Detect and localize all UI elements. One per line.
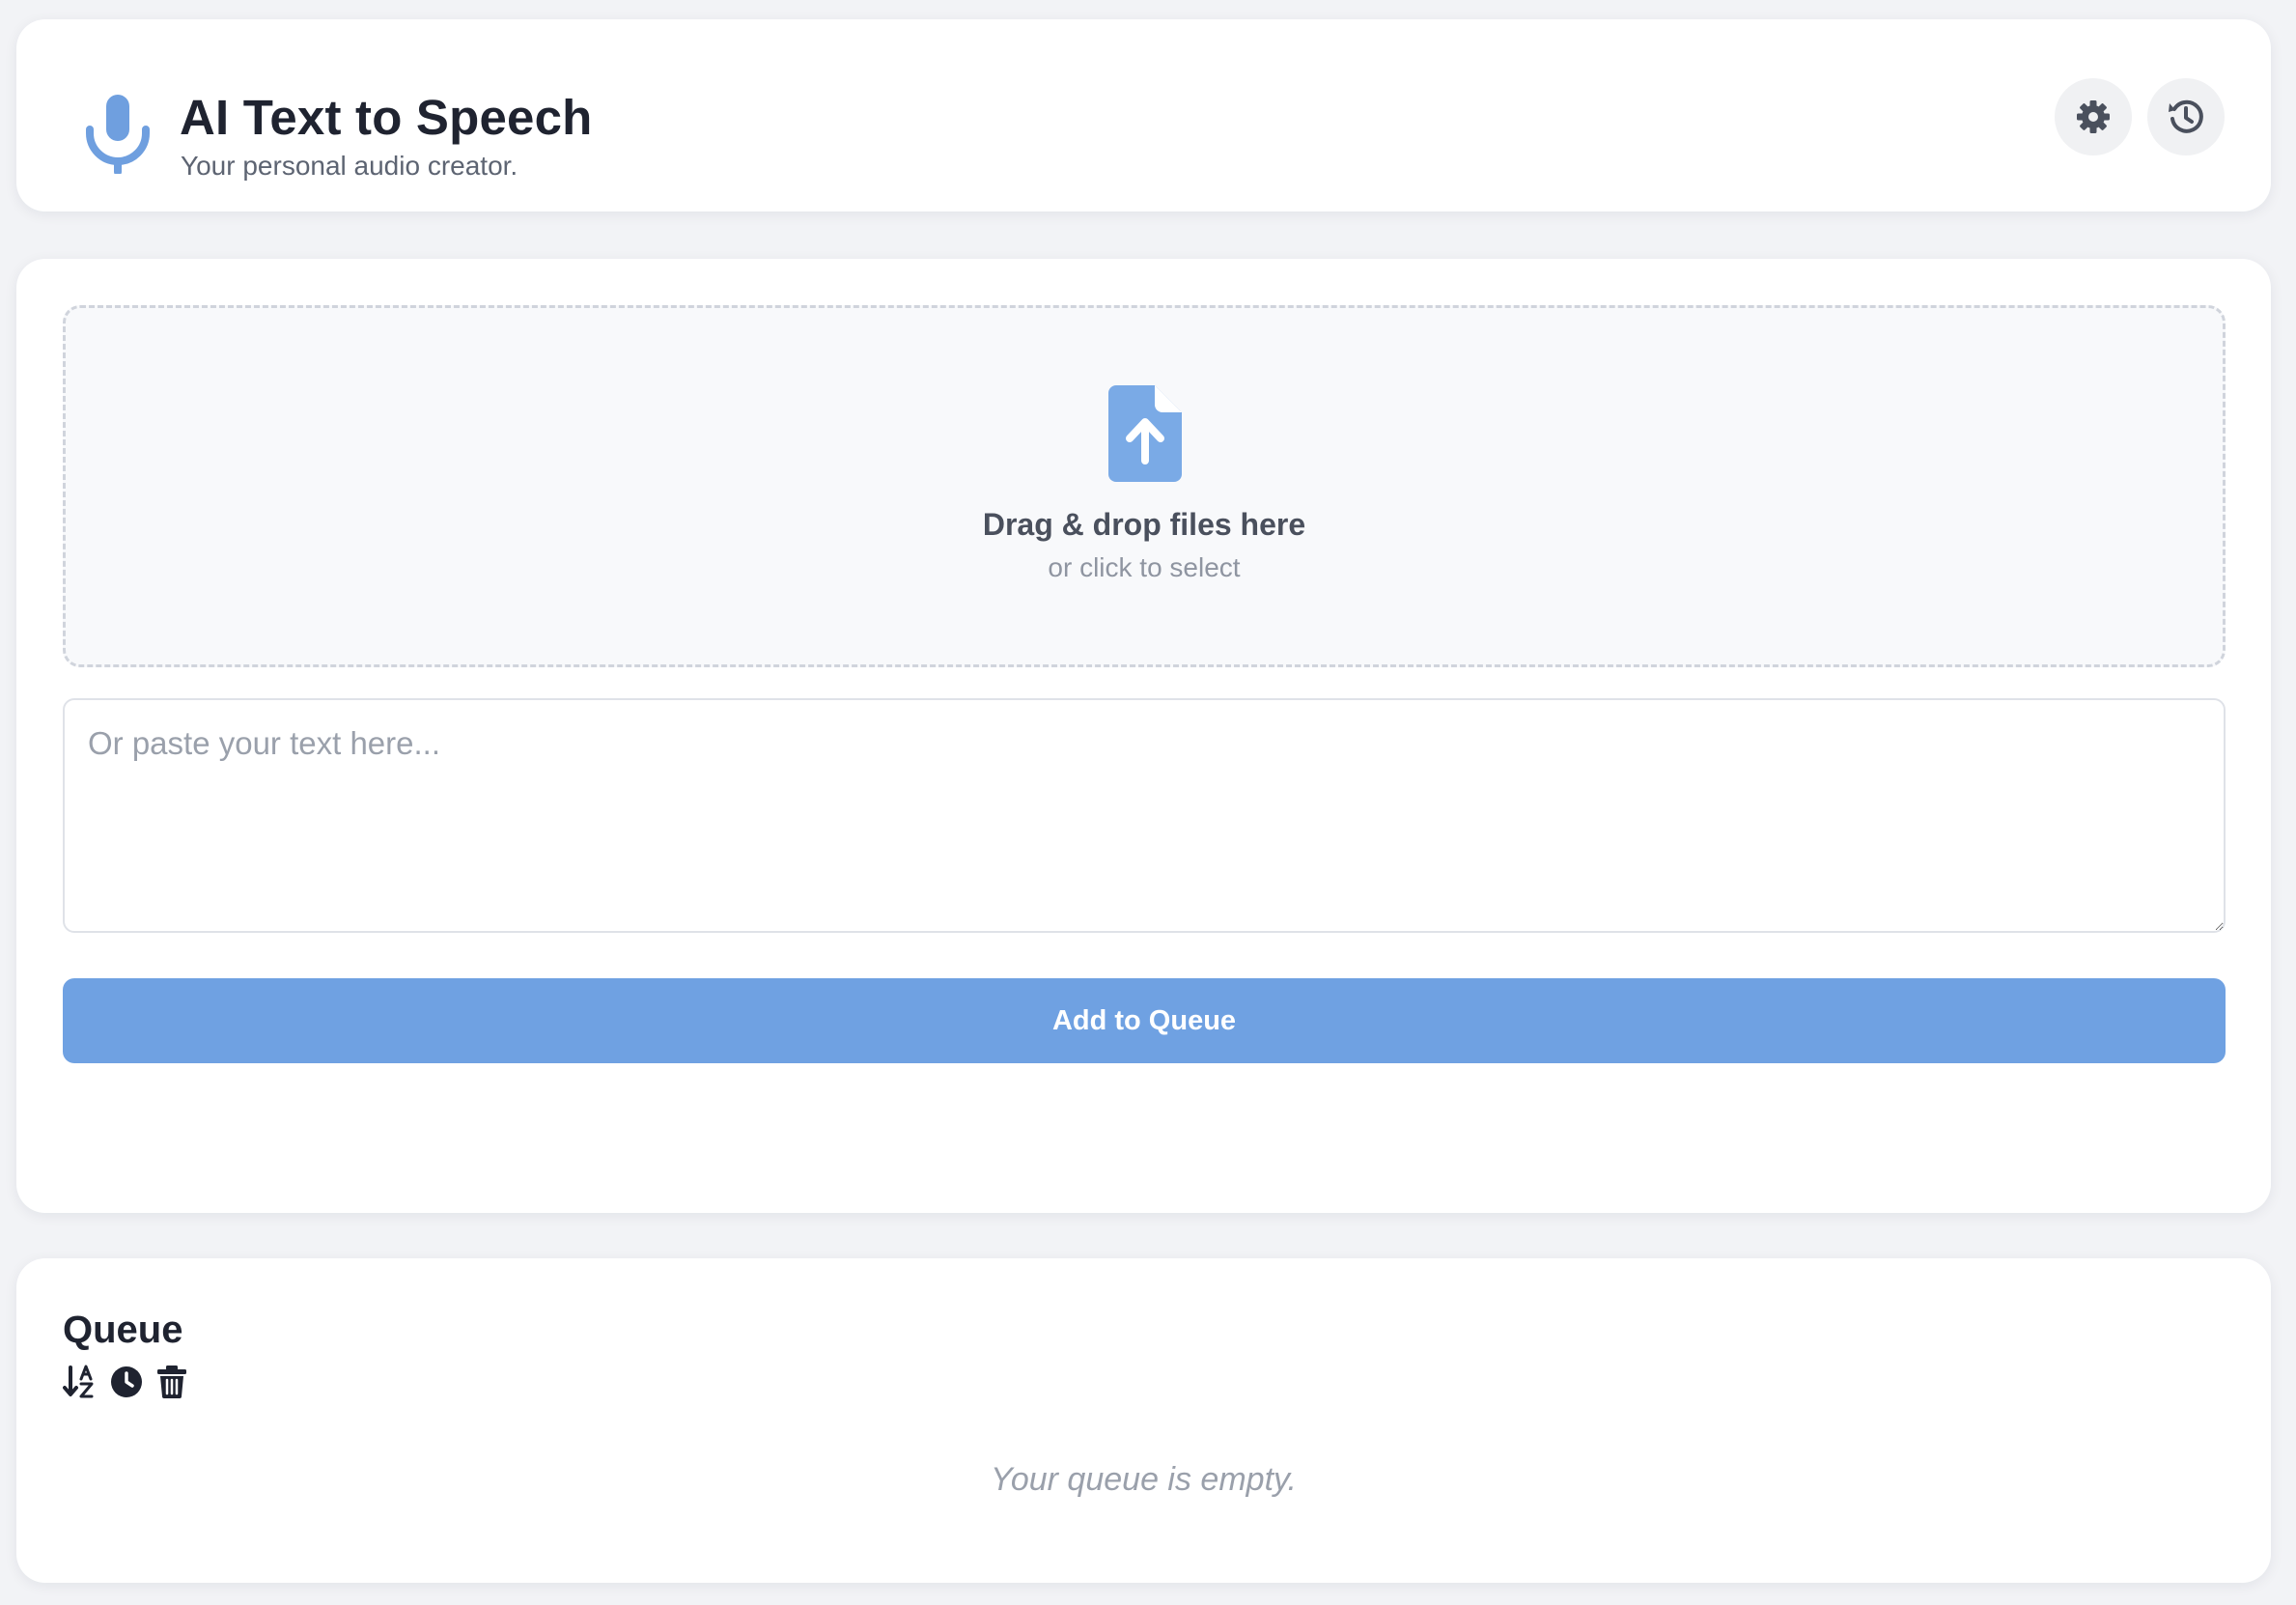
app-title: AI Text to Speech <box>180 90 593 145</box>
add-to-queue-button[interactable]: Add to Queue <box>63 978 2226 1063</box>
queue-empty-message: Your queue is empty. <box>991 1461 1297 1498</box>
settings-button[interactable] <box>2055 78 2132 155</box>
app-header: AI Text to Speech Your personal audio cr… <box>16 19 2271 211</box>
file-upload-icon <box>1108 385 1182 482</box>
gear-icon <box>2077 100 2110 133</box>
app-subtitle: Your personal audio creator. <box>181 151 518 181</box>
trash-icon[interactable] <box>154 1365 189 1399</box>
clock-icon[interactable] <box>109 1365 144 1399</box>
history-button[interactable] <box>2147 78 2225 155</box>
queue-panel: Queue Your queue is empty. <box>16 1258 2271 1583</box>
text-input[interactable] <box>63 698 2226 933</box>
input-panel: Drag & drop files here or click to selec… <box>16 259 2271 1213</box>
dropzone-title: Drag & drop files here <box>982 507 1306 542</box>
sort-alpha-icon[interactable] <box>63 1365 98 1399</box>
queue-title: Queue <box>63 1309 183 1351</box>
microphone-icon <box>86 95 150 174</box>
dropzone-subtitle: or click to select <box>1048 552 1241 582</box>
file-dropzone[interactable]: Drag & drop files here or click to selec… <box>63 305 2226 667</box>
history-icon <box>2169 99 2203 133</box>
